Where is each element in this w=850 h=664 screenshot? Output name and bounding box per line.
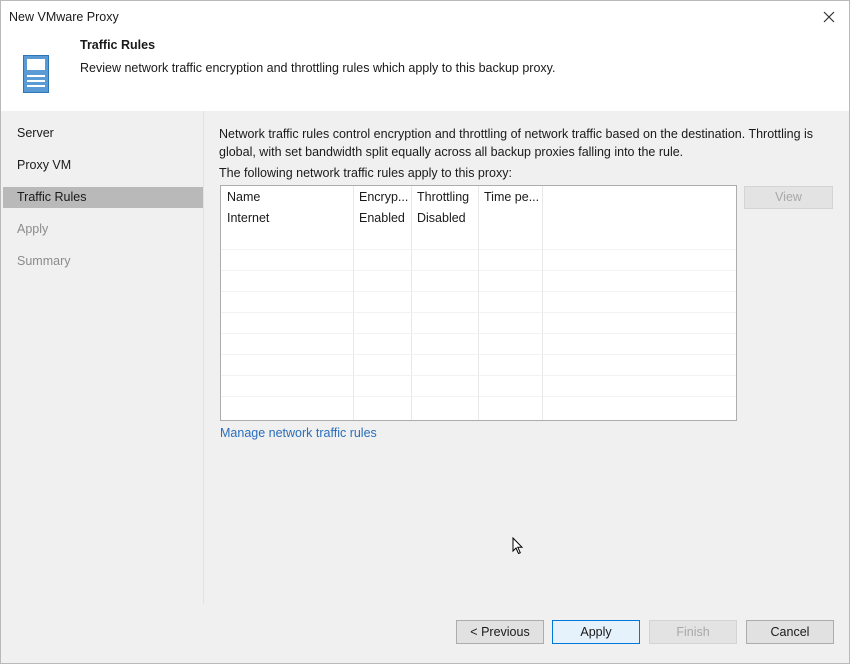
wizard-window: New VMware Proxy Traffic Rules Review ne… <box>0 0 850 664</box>
rules-list-label: The following network traffic rules appl… <box>219 166 512 180</box>
manage-traffic-rules-link[interactable]: Manage network traffic rules <box>220 426 377 440</box>
column-header-name[interactable]: Name <box>221 187 353 208</box>
row-divider <box>221 312 736 313</box>
window-title: New VMware Proxy <box>9 10 119 24</box>
step-subtitle: Review network traffic encryption and th… <box>80 61 556 75</box>
server-icon <box>23 55 49 93</box>
row-divider <box>221 333 736 334</box>
row-divider <box>221 354 736 355</box>
nav-step-traffic-rules[interactable]: Traffic Rules <box>3 187 203 208</box>
apply-button[interactable]: Apply <box>552 620 640 644</box>
cell-time-period <box>478 208 542 229</box>
row-divider <box>221 396 736 397</box>
row-divider <box>221 375 736 376</box>
cancel-button[interactable]: Cancel <box>746 620 834 644</box>
nav-step-summary: Summary <box>17 254 71 268</box>
traffic-rules-table[interactable]: Name Encryp... Throttling Time pe... Int… <box>220 185 737 421</box>
wizard-footer: < Previous Apply Finish Cancel <box>1 604 849 663</box>
title-bar: New VMware Proxy <box>1 1 849 33</box>
nav-step-server[interactable]: Server <box>3 123 203 144</box>
step-content: Network traffic rules control encryption… <box>204 111 849 604</box>
column-header-throttling[interactable]: Throttling <box>411 187 478 208</box>
row-divider <box>221 291 736 292</box>
cell-throttling: Disabled <box>417 211 466 225</box>
table-header-row: Name Encryp... Throttling Time pe... <box>221 187 736 208</box>
traffic-rules-description: Network traffic rules control encryption… <box>219 127 814 159</box>
nav-step-apply: Apply <box>17 222 49 236</box>
close-icon[interactable] <box>819 7 839 27</box>
finish-button: Finish <box>649 620 737 644</box>
column-header-encryption[interactable]: Encryp... <box>353 187 411 208</box>
table-row[interactable]: Internet Enabled Disabled <box>221 208 736 229</box>
row-divider <box>221 249 736 250</box>
wizard-header: Traffic Rules Review network traffic enc… <box>1 33 849 111</box>
wizard-steps-nav: Server Proxy VM Traffic Rules Apply Summ… <box>1 111 204 604</box>
column-header-time-period[interactable]: Time pe... <box>478 187 542 208</box>
previous-button[interactable]: < Previous <box>456 620 544 644</box>
nav-step-proxy-vm[interactable]: Proxy VM <box>3 155 203 176</box>
text-cursor-icon <box>512 536 524 555</box>
cell-rule-name: Internet <box>227 211 270 225</box>
view-button[interactable]: View <box>744 186 833 209</box>
cell-encryption: Enabled <box>359 211 405 225</box>
step-title: Traffic Rules <box>80 38 156 52</box>
row-divider <box>221 270 736 271</box>
